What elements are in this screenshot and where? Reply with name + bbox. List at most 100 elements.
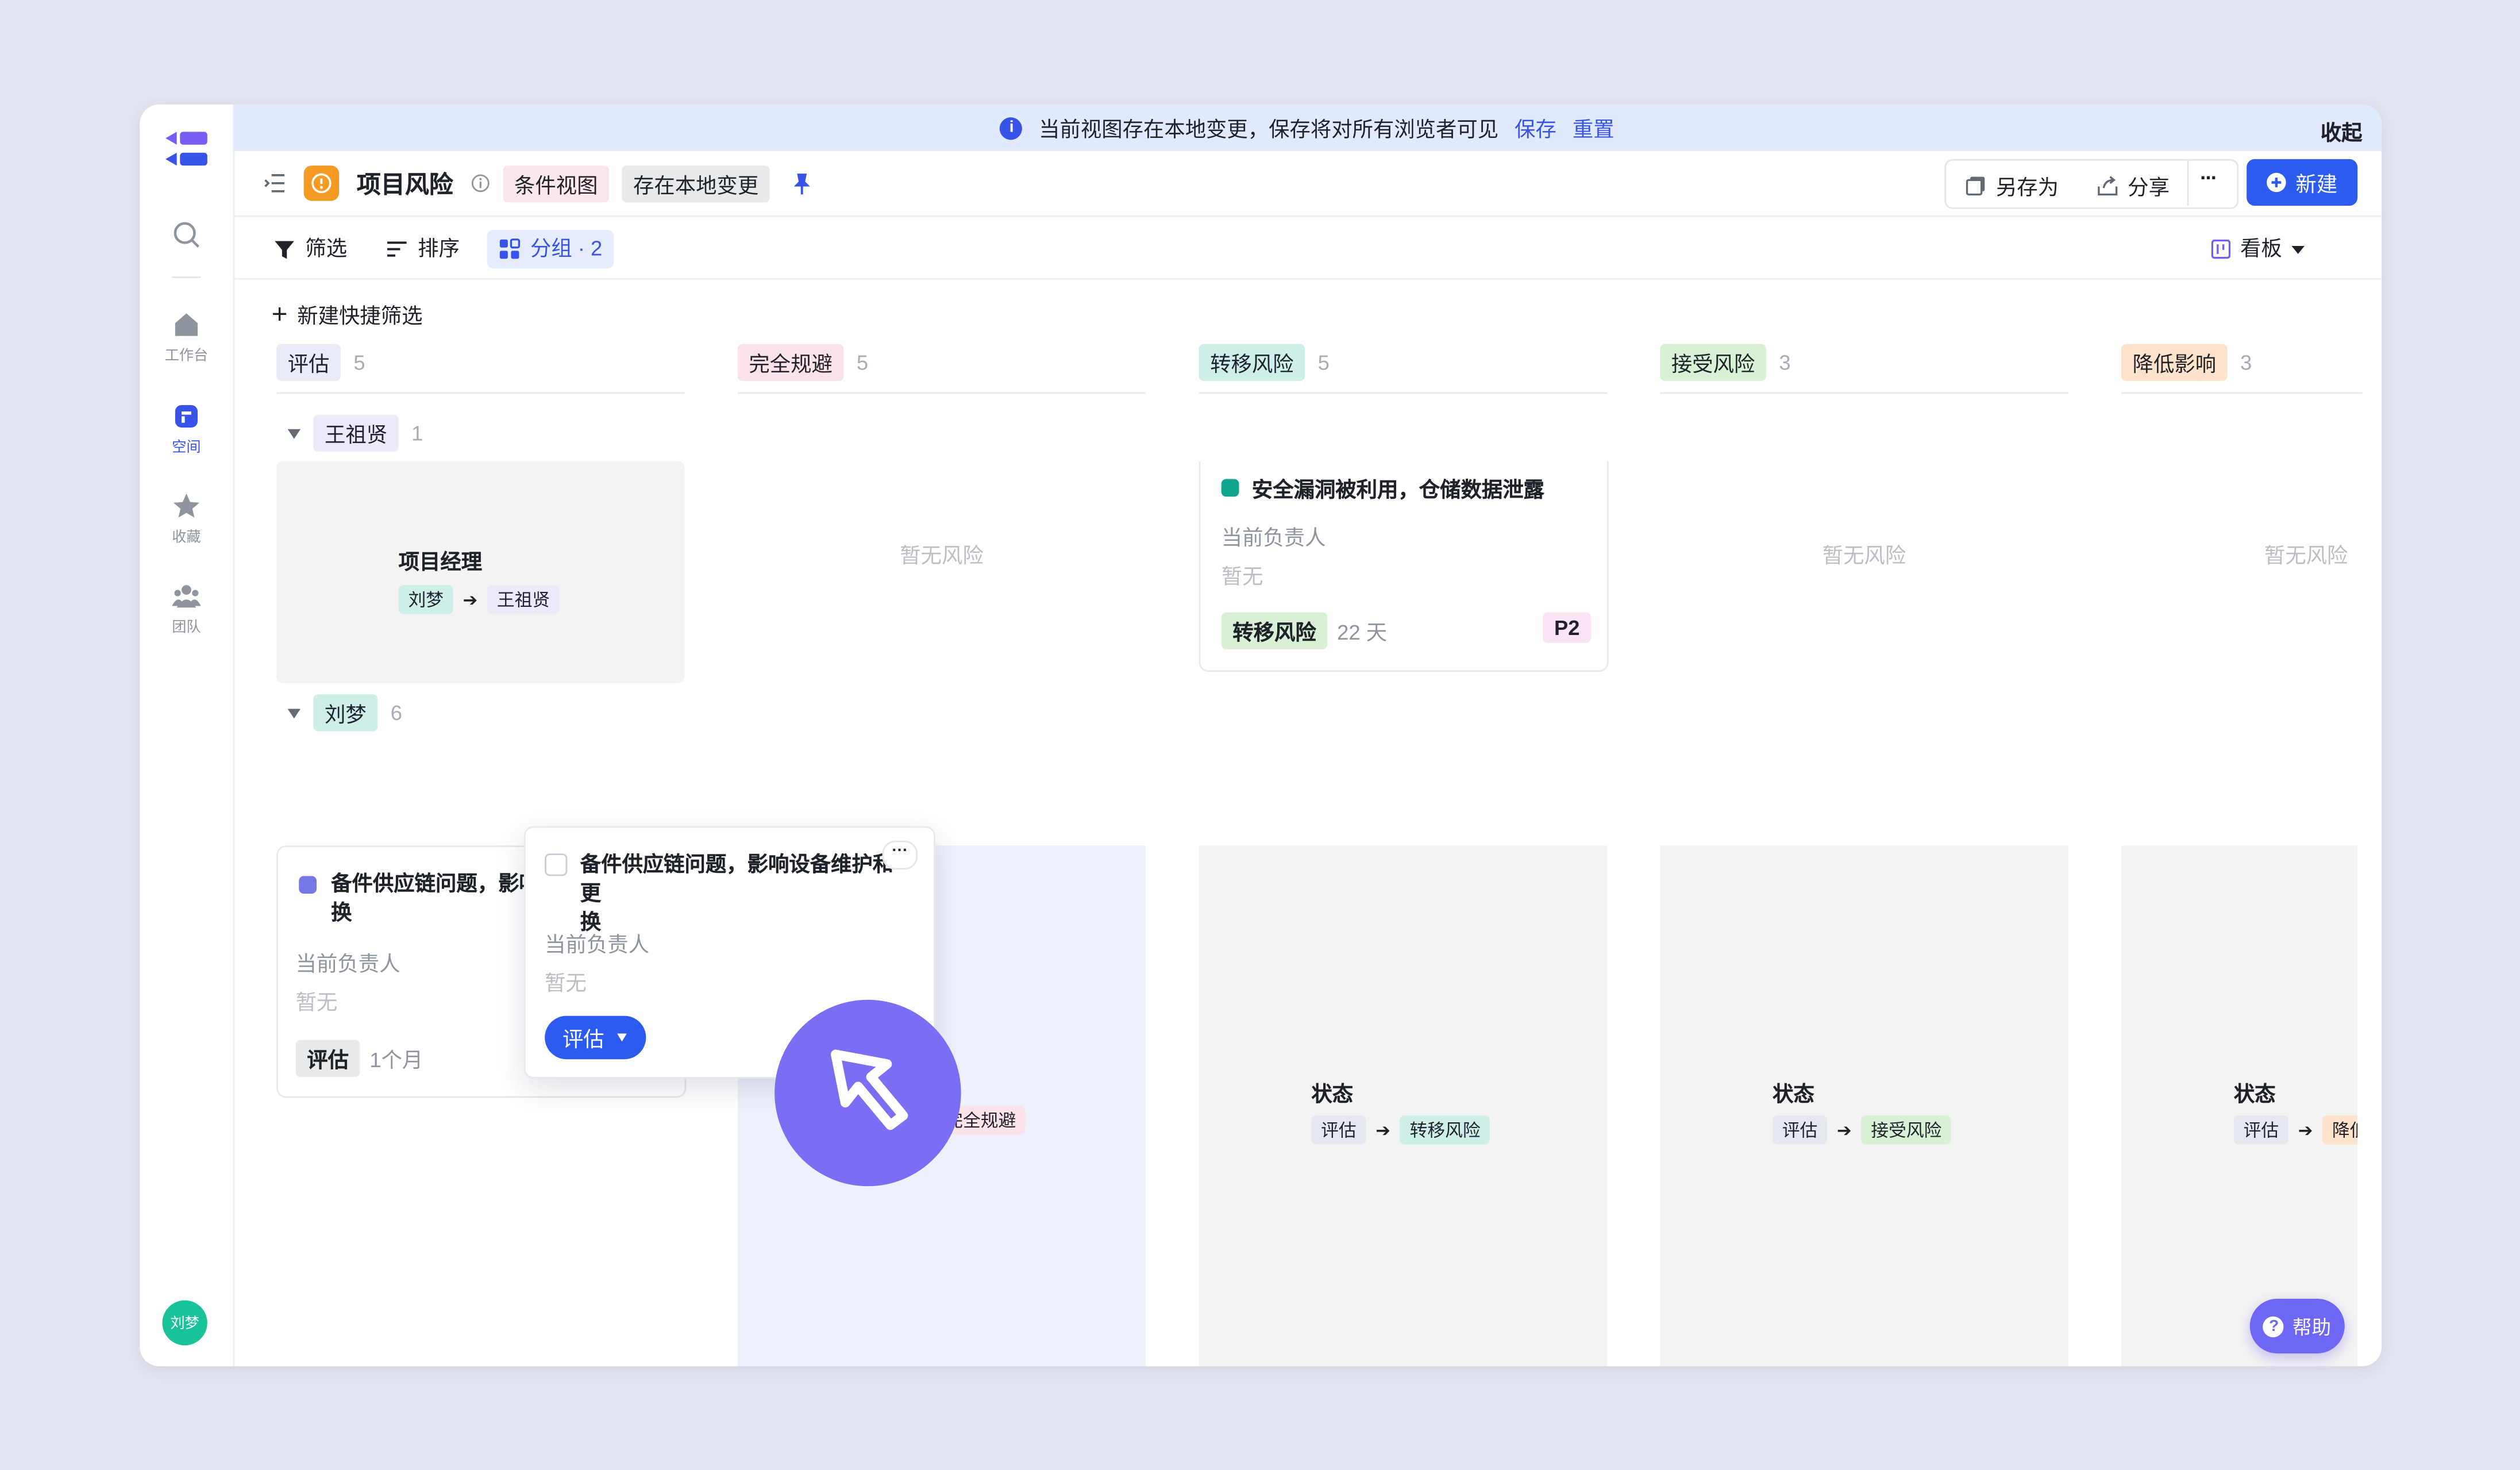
filter-label: 筛选 xyxy=(305,236,348,261)
share-icon xyxy=(2098,176,2118,196)
info-outline-icon[interactable] xyxy=(471,174,491,193)
status-dot xyxy=(1221,479,1239,497)
team-icon xyxy=(172,585,201,608)
column-header-transfer[interactable]: 转移风险 5 xyxy=(1199,343,1330,380)
group-header-wangzuxian[interactable]: 王祖贤 1 xyxy=(287,414,423,452)
sidebar-item-label: 收藏 xyxy=(172,529,201,545)
column-count: 3 xyxy=(1779,349,1791,374)
status-dropdown[interactable]: 评估 xyxy=(545,1015,646,1060)
sidebar-item-label: 团队 xyxy=(172,618,201,635)
arrow-right-icon: ➔ xyxy=(1375,1121,1391,1141)
save-as-button[interactable]: 另存为 xyxy=(1966,170,2059,201)
toggle-sidebar-icon[interactable] xyxy=(264,172,286,194)
plus-circle-icon xyxy=(2267,172,2287,193)
space-icon xyxy=(175,405,198,428)
sidebar-divider xyxy=(172,276,201,278)
info-icon: i xyxy=(1000,116,1023,139)
pin-icon[interactable] xyxy=(792,172,812,195)
view-switcher[interactable]: 看板 xyxy=(2200,230,2315,268)
from-tag: 评估 xyxy=(2233,1115,2288,1145)
card-title-line: 备件供应链问题，影响设备维护和更 xyxy=(580,852,894,905)
column-header-mitigate[interactable]: 降低影响 3 xyxy=(2121,343,2252,380)
help-button[interactable]: ? 帮助 xyxy=(2249,1298,2345,1354)
risk-card[interactable]: 安全漏洞被利用，仓储数据泄露 当前负责人 暂无 转移风险 22 天 P2 xyxy=(1199,461,1609,672)
empty-placeholder: 暂无风险 xyxy=(1822,543,1906,568)
owner-label: 当前负责人 xyxy=(295,951,400,976)
add-quick-filter-label: 新建快捷筛选 xyxy=(297,303,423,328)
collapse-button[interactable]: 收起 xyxy=(2321,116,2363,146)
transition-title: 项目经理 xyxy=(398,549,483,574)
user-avatar[interactable]: 刘梦 xyxy=(162,1300,207,1346)
owner-value: 暂无 xyxy=(295,990,338,1014)
app-window: 工作台 空间 收藏 团队 刘梦 i 当前视图存在本地变更，保存将对所有浏览者可见… xyxy=(140,104,2382,1367)
kanban-icon xyxy=(2211,239,2231,259)
search-icon xyxy=(174,222,200,248)
share-label: 分享 xyxy=(2128,175,2170,199)
filter-icon xyxy=(275,241,294,259)
to-tag: 降低影响 xyxy=(2322,1115,2358,1145)
transition-drop-zone[interactable]: 状态 评估 ➔ 转移风险 xyxy=(1199,845,1607,1367)
new-button-label: 新建 xyxy=(2295,172,2338,197)
kanban-board: + 新建快捷筛选 评估 5 完全规避 5 转移风险 5 接受风险 3 降低影响 … xyxy=(233,280,2382,1367)
column-count: 5 xyxy=(353,349,365,374)
app-logo-icon[interactable] xyxy=(162,130,210,169)
question-icon: ? xyxy=(2263,1315,2284,1337)
arrow-right-icon: ➔ xyxy=(2298,1121,2313,1141)
transition-hint: 项目经理 刘梦 ➔ 王祖贤 xyxy=(398,545,560,614)
sort-label: 排序 xyxy=(418,236,460,261)
column-label: 完全规避 xyxy=(737,343,844,380)
filter-button[interactable]: 筛选 xyxy=(262,230,359,268)
sidebar: 工作台 空间 收藏 团队 刘梦 xyxy=(140,104,235,1367)
column-header-avoid[interactable]: 完全规避 5 xyxy=(737,343,868,380)
card-title: 备件供应链问题，影响设备维护和更 换 xyxy=(580,851,910,937)
owner-label: 当前负责人 xyxy=(545,932,650,957)
drag-cursor-icon xyxy=(775,999,961,1187)
transition-drop-zone[interactable]: 状态 评估 ➔ 降低影响 xyxy=(2121,845,2358,1367)
card-more-icon[interactable]: ··· xyxy=(882,840,918,870)
save-link[interactable]: 保存 xyxy=(1515,113,1556,143)
new-button[interactable]: 新建 xyxy=(2247,159,2358,206)
add-quick-filter-button[interactable]: + 新建快捷筛选 xyxy=(272,299,423,329)
group-label: 分组 · 2 xyxy=(530,236,603,261)
chevron-down-icon xyxy=(287,428,301,438)
group-count: 1 xyxy=(411,421,423,445)
group-count: 6 xyxy=(390,701,402,725)
group-icon xyxy=(499,238,521,259)
sort-button[interactable]: 排序 xyxy=(375,230,471,268)
column-divider xyxy=(1660,392,2068,394)
owner-value: 暂无 xyxy=(1221,564,1263,588)
view-switcher-label: 看板 xyxy=(2240,236,2282,261)
to-tag: 王祖贤 xyxy=(487,585,560,614)
arrow-right-icon: ➔ xyxy=(1836,1121,1852,1141)
group-header-liumeng[interactable]: 刘梦 6 xyxy=(287,694,402,732)
status-dot xyxy=(299,876,317,894)
card-title: 安全漏洞被利用，仓储数据泄露 xyxy=(1251,477,1544,502)
column-header-assess[interactable]: 评估 5 xyxy=(276,343,365,380)
more-button[interactable]: ··· xyxy=(2200,166,2218,190)
column-header-accept[interactable]: 接受风险 3 xyxy=(1660,343,1791,380)
column-divider xyxy=(737,392,1146,394)
transition-drop-zone[interactable]: 状态 评估 ➔ 接受风险 xyxy=(1660,845,2068,1367)
sidebar-item-search[interactable] xyxy=(140,220,233,254)
reset-link[interactable]: 重置 xyxy=(1573,113,1615,143)
view-toolbar: 筛选 排序 分组 · 2 看板 xyxy=(233,217,2382,280)
column-label: 评估 xyxy=(276,343,341,380)
sidebar-item-favorites[interactable]: 收藏 xyxy=(140,492,233,547)
sidebar-item-workbench[interactable]: 工作台 xyxy=(140,310,233,365)
sidebar-item-team[interactable]: 团队 xyxy=(140,582,233,637)
view-header: 项目风险 条件视图 存在本地变更 另存为 分享 ··· 新建 xyxy=(233,151,2382,217)
local-change-tag[interactable]: 存在本地变更 xyxy=(622,166,770,203)
share-button[interactable]: 分享 xyxy=(2097,170,2170,201)
owner-value: 暂无 xyxy=(545,971,587,995)
column-label: 转移风险 xyxy=(1199,343,1305,380)
sidebar-item-space[interactable]: 空间 xyxy=(140,402,233,456)
checkbox[interactable] xyxy=(545,853,568,876)
transition-title: 状态 xyxy=(1773,1082,1814,1106)
conditional-view-tag[interactable]: 条件视图 xyxy=(503,166,610,203)
column-divider xyxy=(1199,392,1607,394)
chevron-down-icon xyxy=(617,1033,627,1042)
column-count: 3 xyxy=(2240,349,2252,374)
group-button[interactable]: 分组 · 2 xyxy=(487,229,614,269)
chevron-down-icon xyxy=(287,708,301,718)
transition-drop-zone[interactable]: 项目经理 刘梦 ➔ 王祖贤 xyxy=(276,461,685,683)
